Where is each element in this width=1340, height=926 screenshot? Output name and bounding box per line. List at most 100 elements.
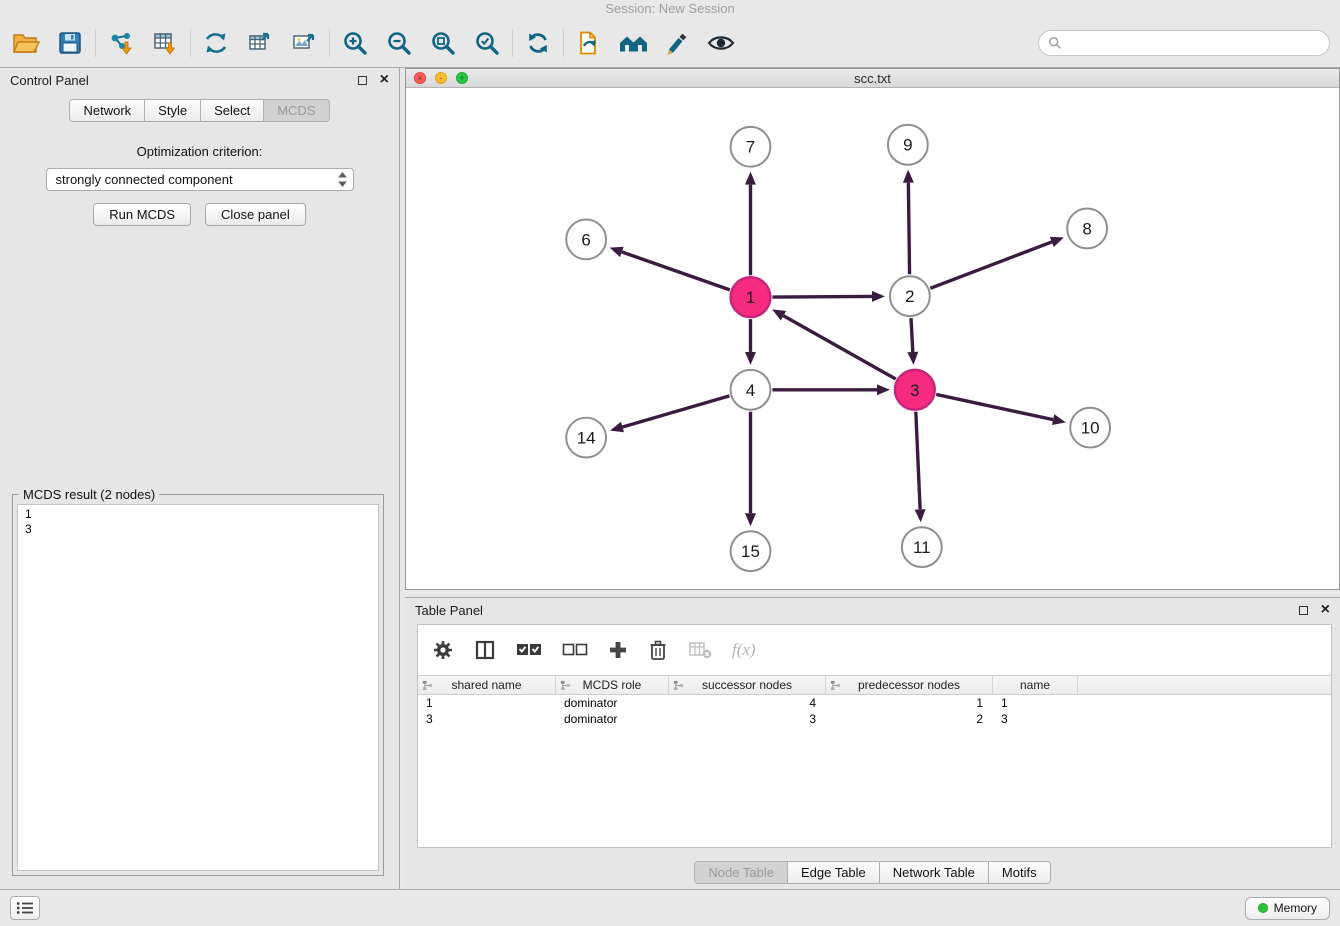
criterion-selected-value: strongly connected component — [56, 172, 337, 187]
export-network-button[interactable] — [194, 23, 238, 63]
optimization-criterion-select[interactable]: strongly connected component — [46, 168, 354, 191]
memory-button[interactable]: Memory — [1245, 897, 1330, 920]
tab-motifs[interactable]: Motifs — [988, 861, 1051, 884]
zoom-selected-button[interactable] — [465, 23, 509, 63]
column-header-successor-nodes[interactable]: successor nodes — [669, 676, 826, 694]
graph-node-6[interactable]: 6 — [566, 219, 606, 259]
tab-network-table[interactable]: Network Table — [879, 861, 989, 884]
close-panel-icon[interactable] — [380, 72, 389, 88]
column-header-shared-name[interactable]: shared name — [418, 676, 556, 694]
column-label: predecessor nodes — [858, 678, 960, 692]
network-canvas[interactable]: 1 2 3 4 6 7 8 9 10 11 14 15 — [406, 88, 1339, 589]
import-table-button[interactable] — [143, 23, 187, 63]
column-header-mcds-role[interactable]: MCDS role — [556, 676, 669, 694]
tab-network[interactable]: Network — [69, 99, 145, 122]
show-hide-details-button[interactable] — [699, 23, 743, 63]
svg-text:9: 9 — [903, 136, 912, 155]
show-columns-button[interactable] — [474, 639, 496, 661]
new-network-from-selection-button[interactable] — [567, 23, 611, 63]
network-window-titlebar[interactable]: scc.txt — [406, 69, 1339, 88]
open-session-button[interactable] — [4, 23, 48, 63]
graph-edge-1-2[interactable] — [772, 296, 872, 297]
graph-node-3[interactable]: 3 — [895, 370, 935, 410]
tab-mcds[interactable]: MCDS — [263, 99, 329, 122]
mcds-result-list[interactable]: 1 3 — [17, 504, 379, 871]
graph-edge-1-6[interactable] — [622, 252, 730, 290]
table-panel-title: Table Panel — [415, 603, 483, 618]
select-all-button[interactable] — [516, 642, 542, 658]
float-panel-icon[interactable] — [1299, 606, 1308, 615]
svg-text:8: 8 — [1082, 219, 1091, 238]
apply-style-button[interactable] — [655, 23, 699, 63]
cell-name[interactable]: 3 — [993, 711, 1078, 727]
graph-node-9[interactable]: 9 — [888, 125, 928, 165]
graph-node-1[interactable]: 1 — [731, 277, 771, 317]
column-header-predecessor-nodes[interactable]: predecessor nodes — [826, 676, 993, 694]
run-mcds-button[interactable]: Run MCDS — [93, 203, 191, 226]
graph-node-11[interactable]: 11 — [902, 527, 942, 567]
zoom-fit-button[interactable] — [421, 23, 465, 63]
cell-predecessor-nodes[interactable]: 2 — [826, 711, 993, 727]
toolbar-separator — [329, 29, 330, 57]
graph-node-4[interactable]: 4 — [731, 370, 771, 410]
network-graph[interactable]: 1 2 3 4 6 7 8 9 10 11 14 15 — [406, 88, 1339, 589]
graph-edge-arrowhead — [745, 513, 756, 526]
graph-edge-3-1[interactable] — [783, 316, 895, 379]
float-panel-icon[interactable] — [358, 76, 367, 85]
table-settings-button[interactable] — [432, 639, 454, 661]
column-label: name — [1020, 678, 1050, 692]
graph-node-10[interactable]: 10 — [1070, 408, 1110, 448]
apply-layout-button[interactable] — [516, 23, 560, 63]
graph-edge-4-14[interactable] — [622, 396, 729, 427]
graph-node-15[interactable]: 15 — [731, 531, 771, 571]
graph-node-2[interactable]: 2 — [890, 276, 930, 316]
trash-icon — [648, 639, 668, 661]
cell-shared-name[interactable]: 3 — [418, 711, 556, 727]
export-image-button[interactable] — [282, 23, 326, 63]
zoom-out-button[interactable] — [377, 23, 421, 63]
import-network-button[interactable] — [99, 23, 143, 63]
create-column-button[interactable] — [608, 640, 628, 660]
cell-predecessor-nodes[interactable]: 1 — [826, 695, 993, 711]
search-input[interactable] — [1067, 35, 1320, 50]
zoom-in-button[interactable] — [333, 23, 377, 63]
graph-node-7[interactable]: 7 — [731, 127, 771, 167]
graph-edge-2-8[interactable] — [930, 242, 1051, 288]
graph-edge-2-9[interactable] — [908, 183, 909, 275]
cell-mcds-role[interactable]: dominator — [556, 695, 669, 711]
cell-shared-name[interactable]: 1 — [418, 695, 556, 711]
graph-node-14[interactable]: 14 — [566, 418, 606, 458]
close-panel-icon[interactable] — [1321, 602, 1330, 618]
column-header-name[interactable]: name — [993, 676, 1078, 694]
export-table-button[interactable] — [238, 23, 282, 63]
tab-edge-table[interactable]: Edge Table — [787, 861, 880, 884]
show-panels-button[interactable] — [10, 896, 40, 920]
save-session-button[interactable] — [48, 23, 92, 63]
zoom-out-icon — [386, 30, 412, 56]
tab-node-table[interactable]: Node Table — [694, 861, 788, 884]
window-titlebar: Session: New Session — [0, 0, 1340, 18]
tab-select[interactable]: Select — [200, 99, 264, 122]
cell-successor-nodes[interactable]: 4 — [669, 695, 826, 711]
graph-node-8[interactable]: 8 — [1067, 209, 1107, 249]
zoom-window-button[interactable] — [456, 72, 468, 84]
graph-edge-3-10[interactable] — [936, 394, 1053, 419]
deselect-all-button[interactable] — [562, 642, 588, 658]
table-row[interactable]: 3 dominator 3 2 3 — [418, 711, 1331, 727]
cell-successor-nodes[interactable]: 3 — [669, 711, 826, 727]
minimize-window-button[interactable] — [435, 72, 447, 84]
table-row[interactable]: 1 dominator 4 1 1 — [418, 695, 1331, 711]
tab-style[interactable]: Style — [144, 99, 201, 122]
close-window-button[interactable] — [414, 72, 426, 84]
cell-mcds-role[interactable]: dominator — [556, 711, 669, 727]
control-panel: Control Panel Network Style Select MCDS … — [0, 68, 400, 889]
close-panel-button[interactable]: Close panel — [205, 203, 306, 226]
result-item[interactable]: 1 — [18, 507, 378, 522]
gear-icon — [432, 639, 454, 661]
graph-edge-2-3[interactable] — [911, 318, 913, 352]
first-neighbors-button[interactable] — [611, 23, 655, 63]
cell-name[interactable]: 1 — [993, 695, 1078, 711]
graph-edge-3-11[interactable] — [916, 412, 920, 510]
result-item[interactable]: 3 — [18, 522, 378, 537]
delete-columns-button[interactable] — [648, 639, 668, 661]
